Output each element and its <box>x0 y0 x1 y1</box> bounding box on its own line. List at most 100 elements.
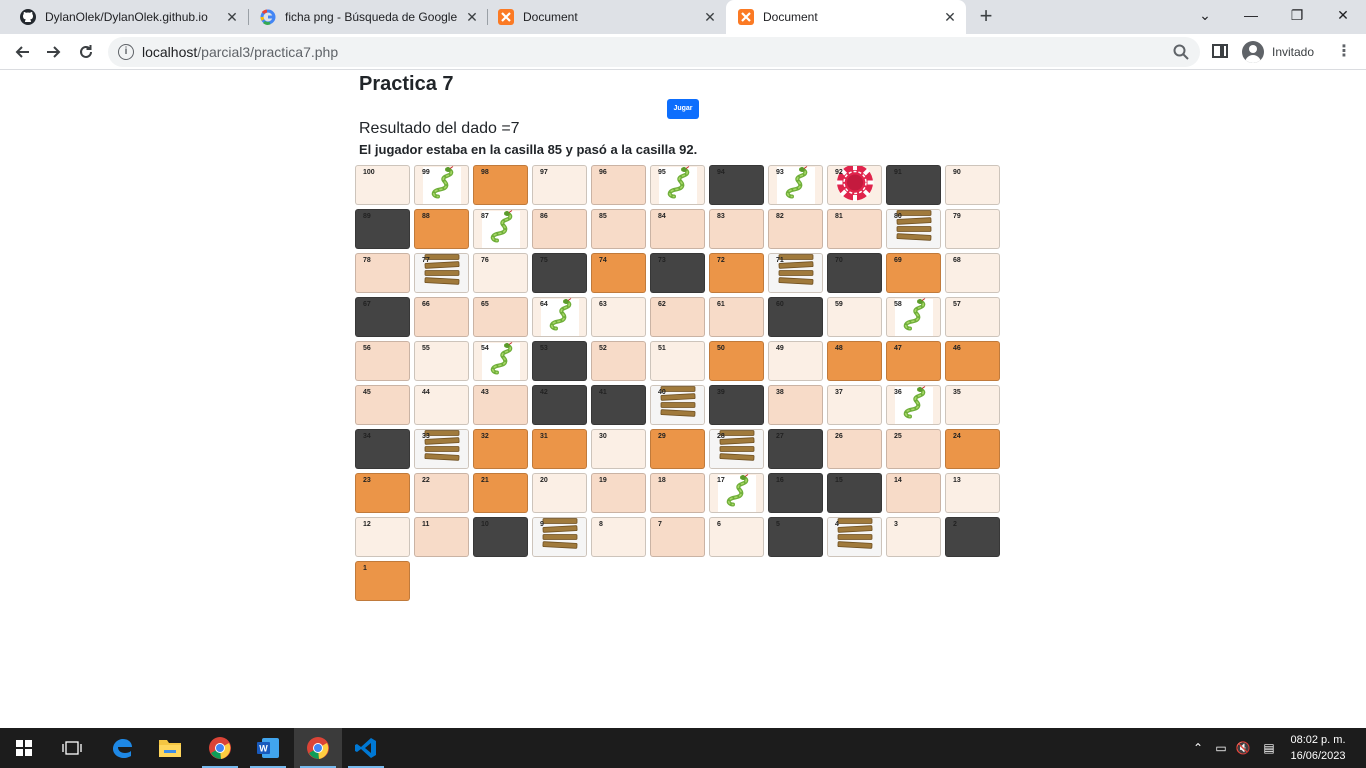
zoom-icon[interactable] <box>1172 43 1190 61</box>
xampp-icon <box>738 9 754 25</box>
cell-number: 38 <box>776 389 784 396</box>
file-explorer-icon[interactable] <box>146 728 194 768</box>
cell-number: 2 <box>953 521 957 528</box>
restore-button[interactable]: ❐ <box>1274 0 1320 30</box>
network-icon[interactable]: ▭ <box>1210 741 1232 755</box>
cell-number: 58 <box>894 301 902 308</box>
board-cell-57: 57 <box>945 297 1000 337</box>
cell-number: 1 <box>363 565 367 572</box>
board-cell-82: 82 <box>768 209 823 249</box>
cell-number: 64 <box>540 301 548 308</box>
snake-icon <box>486 342 516 380</box>
board-cell-88: 88 <box>414 209 469 249</box>
volume-muted-icon[interactable]: 🔇 <box>1232 741 1254 755</box>
board-cell-2: 2 <box>945 517 1000 557</box>
notifications-icon[interactable]: ▤ <box>1258 741 1280 755</box>
board-cell-63: 63 <box>591 297 646 337</box>
ladder-icon <box>836 518 874 556</box>
board-cell-86: 86 <box>532 209 587 249</box>
reload-button[interactable] <box>72 38 100 66</box>
board-cell-84: 84 <box>650 209 705 249</box>
new-tab-button[interactable]: + <box>974 5 998 29</box>
cell-number: 96 <box>599 169 607 176</box>
tab-document-2[interactable]: Document ✕ <box>726 0 966 34</box>
tab-google-search[interactable]: ficha png - Búsqueda de Google ✕ <box>240 0 488 34</box>
cell-number: 45 <box>363 389 371 396</box>
site-info-icon[interactable]: i <box>118 44 134 60</box>
tab-search-chevron-icon[interactable]: ⌄ <box>1182 0 1228 30</box>
board-cell-27: 27 <box>768 429 823 469</box>
task-view-icon[interactable] <box>48 728 96 768</box>
github-icon <box>20 9 36 25</box>
cell-number: 66 <box>422 301 430 308</box>
cell-number: 51 <box>658 345 666 352</box>
avatar-icon <box>1242 41 1264 63</box>
board-cell-37: 37 <box>827 385 882 425</box>
word-icon[interactable]: W <box>244 728 292 768</box>
cell-number: 56 <box>363 345 371 352</box>
url-text: localhost/parcial3/practica7.php <box>142 44 338 60</box>
tab-document-1[interactable]: Document ✕ <box>478 0 726 34</box>
board-cell-74: 74 <box>591 253 646 293</box>
back-button[interactable] <box>8 38 36 66</box>
close-tab-icon[interactable]: ✕ <box>702 9 718 25</box>
jugar-button[interactable]: Jugar <box>667 99 699 119</box>
cell-number: 86 <box>540 213 548 220</box>
taskbar-clock[interactable]: 08:02 p. m. 16/06/2023 <box>1288 732 1348 764</box>
cell-number: 78 <box>363 257 371 264</box>
board-cell-72: 72 <box>709 253 764 293</box>
close-window-button[interactable]: ✕ <box>1320 0 1366 30</box>
cell-number: 98 <box>481 169 489 176</box>
board-cell-100: 100 <box>355 165 410 205</box>
snake-icon <box>899 386 929 424</box>
cell-number: 71 <box>776 257 784 264</box>
cell-number: 32 <box>481 433 489 440</box>
close-tab-icon[interactable]: ✕ <box>942 9 958 25</box>
board-cell-38: 38 <box>768 385 823 425</box>
cell-number: 20 <box>540 477 548 484</box>
cell-number: 92 <box>835 169 843 176</box>
cell-number: 75 <box>540 257 548 264</box>
cell-number: 24 <box>953 433 961 440</box>
kebab-menu-icon[interactable]: ⋮ <box>1336 42 1352 62</box>
board-cell-14: 14 <box>886 473 941 513</box>
forward-button[interactable] <box>40 38 68 66</box>
cell-number: 80 <box>894 213 902 220</box>
cell-number: 40 <box>658 389 666 396</box>
cell-number: 44 <box>422 389 430 396</box>
board-cell-25: 25 <box>886 429 941 469</box>
profile-button[interactable]: Invitado <box>1238 39 1326 65</box>
edge-icon[interactable] <box>98 728 146 768</box>
board-cell-71: 71 <box>768 253 823 293</box>
chrome-icon[interactable] <box>196 728 244 768</box>
board-cell-75: 75 <box>532 253 587 293</box>
vscode-icon[interactable] <box>342 728 390 768</box>
board-cell-46: 46 <box>945 341 1000 381</box>
windows-start-icon[interactable] <box>0 728 48 768</box>
board-cell-61: 61 <box>709 297 764 337</box>
side-panel-icon[interactable] <box>1212 44 1228 58</box>
minimize-button[interactable]: — <box>1228 0 1274 30</box>
board-cell-22: 22 <box>414 473 469 513</box>
board-cell-29: 29 <box>650 429 705 469</box>
address-bar[interactable]: i localhost/parcial3/practica7.php <box>108 37 1200 67</box>
cell-number: 11 <box>422 521 430 528</box>
board-cell-62: 62 <box>650 297 705 337</box>
system-tray: ⌃ ▭ 🔇 ▤ <box>1190 728 1280 768</box>
chrome-icon[interactable] <box>294 728 342 768</box>
board-cell-5: 5 <box>768 517 823 557</box>
board-cell-92: 92 <box>827 165 882 205</box>
board-cell-77: 77 <box>414 253 469 293</box>
snake-icon <box>545 298 575 336</box>
cell-number: 6 <box>717 521 721 528</box>
cell-number: 65 <box>481 301 489 308</box>
browser-tab-strip: DylanOlek/DylanOlek.github.io ✕ ficha pn… <box>0 0 1366 34</box>
tab-github[interactable]: DylanOlek/DylanOlek.github.io ✕ <box>0 0 248 34</box>
board-cell-55: 55 <box>414 341 469 381</box>
windows-taskbar: W ⌃ ▭ 🔇 ▤ 08:02 p. m. 16/06/2023 <box>0 728 1366 768</box>
cell-number: 3 <box>894 521 898 528</box>
close-tab-icon[interactable]: ✕ <box>224 9 240 25</box>
board-cell-19: 19 <box>591 473 646 513</box>
cell-number: 16 <box>776 477 784 484</box>
chevron-up-icon[interactable]: ⌃ <box>1190 741 1206 755</box>
